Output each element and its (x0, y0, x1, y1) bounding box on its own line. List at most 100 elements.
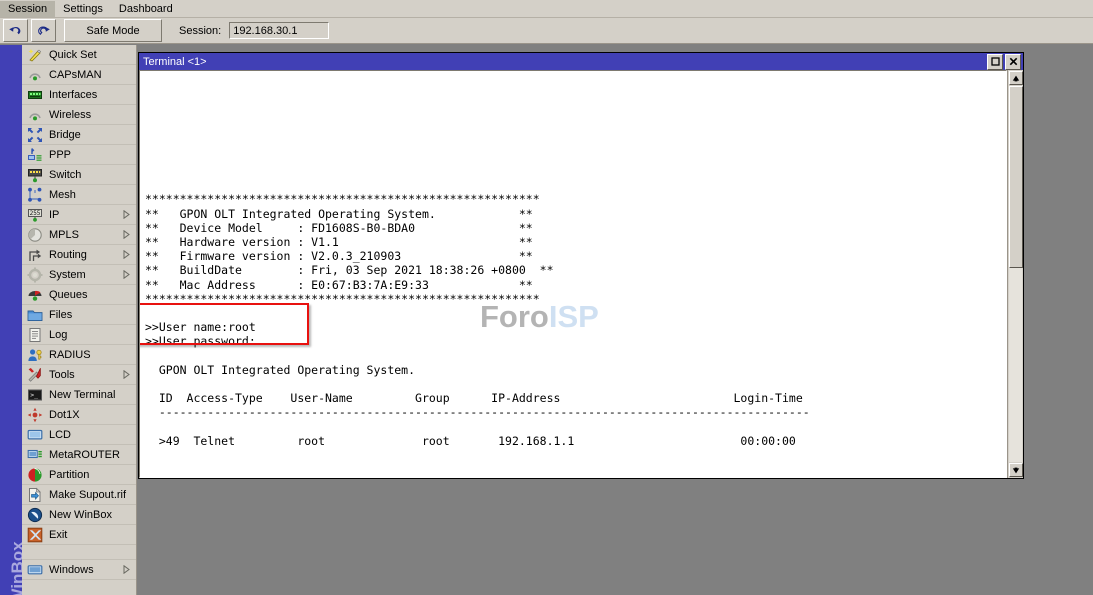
sidebar-item-switch[interactable]: Switch (22, 165, 136, 185)
redo-icon (36, 24, 51, 37)
ip-icon: 255 (27, 207, 43, 223)
lcd-icon (27, 427, 43, 443)
antenna-icon (27, 67, 43, 83)
sidebar-item-mpls[interactable]: MPLS (22, 225, 136, 245)
winbox-app: Session Settings Dashboard Safe Mode Ses… (0, 0, 1093, 595)
terminal-icon: >_ (27, 387, 43, 403)
windows-icon (27, 562, 43, 578)
sidebar-item-queues[interactable]: Queues (22, 285, 136, 305)
sidebar-item-system[interactable]: System (22, 265, 136, 285)
undo-button[interactable] (3, 19, 28, 42)
sidebar-item-quick-set[interactable]: Quick Set (22, 45, 136, 65)
scrollbar-thumb[interactable] (1009, 86, 1023, 268)
routing-icon (27, 247, 43, 263)
sidebar-item-label: Tools (49, 369, 123, 381)
antenna-icon (27, 107, 43, 123)
session-label: Session: (179, 25, 221, 37)
winbox-icon (27, 507, 43, 523)
sidebar-item-metarouter[interactable]: MetaROUTER (22, 445, 136, 465)
mesh-icon (27, 187, 43, 203)
sidebar-item-label: Bridge (49, 129, 136, 141)
wand-icon (27, 47, 43, 63)
sidebar-item-make-supout-rif[interactable]: Make Supout.rif (22, 485, 136, 505)
sidebar-item-interfaces[interactable]: Interfaces (22, 85, 136, 105)
close-icon (1009, 57, 1018, 66)
supout-icon (27, 487, 43, 503)
supout-icon (27, 487, 43, 503)
tools-icon (27, 367, 43, 383)
sidebar-item-lcd[interactable]: LCD (22, 425, 136, 445)
metarouter-icon (27, 447, 43, 463)
sidebar-item-label: Exit (49, 529, 136, 541)
sidebar-item-ppp[interactable]: PPP (22, 145, 136, 165)
sidebar-item-log[interactable]: Log (22, 325, 136, 345)
mesh-icon (27, 187, 43, 203)
sidebar-item-label: Files (49, 309, 136, 321)
menu-session[interactable]: Session (0, 1, 55, 17)
terminal-scrollbar[interactable] (1007, 70, 1023, 478)
sidebar-separator (22, 545, 136, 560)
sidebar-item-dot1x[interactable]: Dot1X (22, 405, 136, 425)
sidebar-item-mesh[interactable]: Mesh (22, 185, 136, 205)
maximize-icon (991, 57, 1000, 66)
queues-icon (27, 287, 43, 303)
menu-dashboard[interactable]: Dashboard (111, 1, 181, 17)
sidebar-item-files[interactable]: Files (22, 305, 136, 325)
lcd-icon (27, 427, 43, 443)
sidebar-item-bridge[interactable]: Bridge (22, 125, 136, 145)
switch-icon (27, 167, 43, 183)
metarouter-icon (27, 447, 43, 463)
sidebar-item-new-winbox[interactable]: New WinBox (22, 505, 136, 525)
svg-text:>_: >_ (30, 391, 38, 399)
sidebar-item-label: New WinBox (49, 509, 136, 521)
bridge-icon (27, 127, 43, 143)
sidebar-item-ip[interactable]: 255IP (22, 205, 136, 225)
sidebar-item-exit[interactable]: Exit (22, 525, 136, 545)
sidebar-item-new-terminal[interactable]: >_New Terminal (22, 385, 136, 405)
sidebar-item-label: Interfaces (49, 89, 136, 101)
mpls-icon (27, 227, 43, 243)
sidebar-item-capsman[interactable]: CAPsMAN (22, 65, 136, 85)
winbox-strip-label: WinBox (8, 503, 22, 595)
scroll-down-button[interactable] (1009, 463, 1023, 477)
terminal-icon: >_ (27, 387, 43, 403)
partition-icon (27, 467, 43, 483)
session-address-field[interactable]: 192.168.30.1 (229, 22, 329, 39)
log-icon (27, 327, 43, 343)
radius-icon (27, 347, 43, 363)
sidebar-item-radius[interactable]: RADIUS (22, 345, 136, 365)
chevron-right-icon (123, 210, 133, 219)
chevron-right-icon (123, 250, 133, 259)
sidebar-item-label: Log (49, 329, 136, 341)
terminal-output-area[interactable]: ForoISP ********************************… (139, 70, 1007, 478)
maximize-button[interactable] (987, 54, 1003, 70)
close-button[interactable] (1005, 54, 1021, 70)
chevron-right-icon (123, 230, 133, 239)
system-icon (27, 267, 43, 283)
undo-icon (8, 24, 23, 37)
radius-icon (27, 347, 43, 363)
routing-icon (27, 247, 43, 263)
terminal-titlebar[interactable]: Terminal <1> (139, 53, 1023, 70)
sidebar-item-label: LCD (49, 429, 136, 441)
queues-icon (27, 287, 43, 303)
sidebar-item-windows[interactable]: Windows (22, 560, 136, 580)
chevron-right-icon (123, 370, 133, 379)
menu-settings[interactable]: Settings (55, 1, 111, 17)
sidebar-item-label: Routing (49, 249, 123, 261)
redo-button[interactable] (31, 19, 56, 42)
sidebar-item-label: Queues (49, 289, 136, 301)
terminal-title: Terminal <1> (143, 56, 987, 68)
sidebar-item-label: System (49, 269, 123, 281)
sidebar-item-wireless[interactable]: Wireless (22, 105, 136, 125)
winbox-icon (27, 507, 43, 523)
sidebar-item-tools[interactable]: Tools (22, 365, 136, 385)
scroll-up-button[interactable] (1009, 71, 1023, 85)
sidebar-item-label: PPP (49, 149, 136, 161)
svg-text:255: 255 (30, 210, 41, 217)
terminal-body: ForoISP ********************************… (139, 70, 1023, 478)
safe-mode-button[interactable]: Safe Mode (64, 19, 162, 42)
system-icon (27, 267, 43, 283)
sidebar-item-partition[interactable]: Partition (22, 465, 136, 485)
sidebar-item-routing[interactable]: Routing (22, 245, 136, 265)
